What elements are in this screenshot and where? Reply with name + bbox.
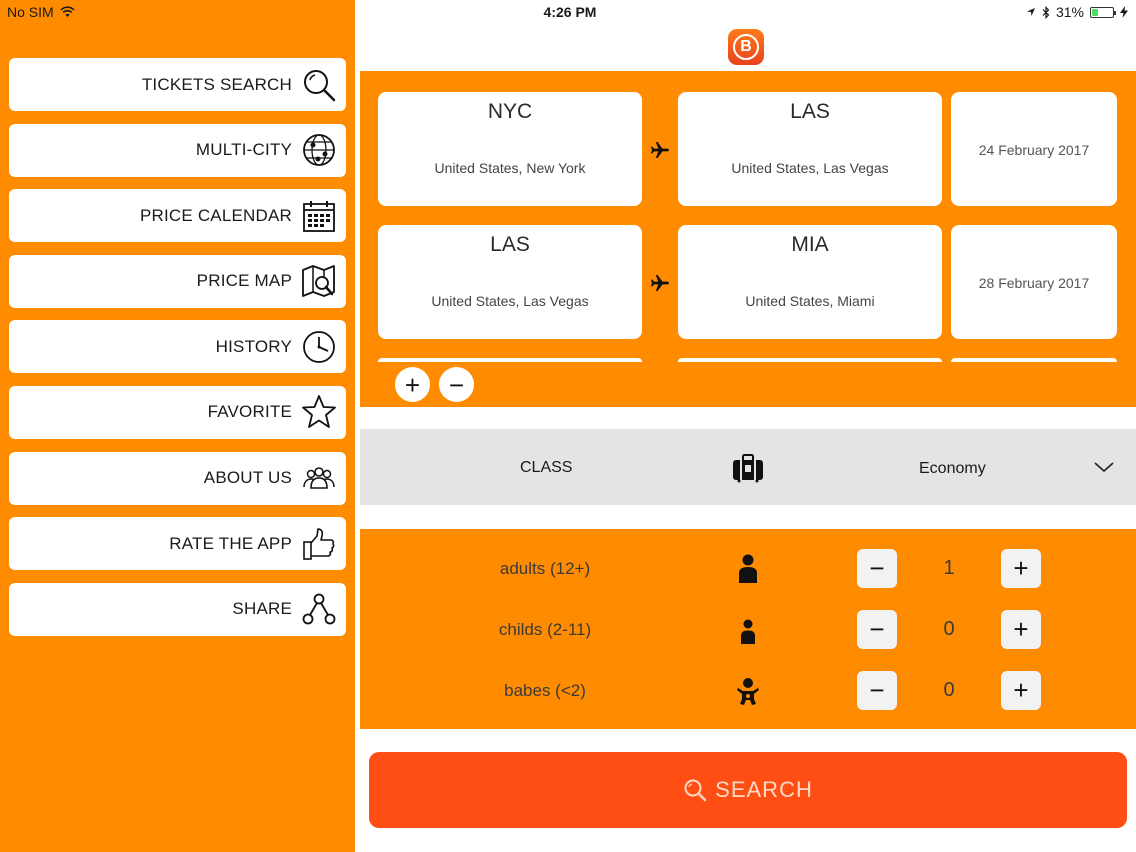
- remove-route-button[interactable]: −: [439, 367, 474, 402]
- destination-card-partial[interactable]: [678, 358, 942, 362]
- map-search-icon: [300, 262, 338, 300]
- battery-percent: 31%: [1055, 4, 1084, 20]
- charging-bolt-icon: [1120, 6, 1128, 18]
- departure-date: 28 February 2017: [978, 275, 1090, 291]
- menu-item-rate-the-app[interactable]: RATE THE APP: [9, 517, 346, 571]
- adults-minus-button[interactable]: −: [857, 549, 897, 588]
- date-card-partial[interactable]: [951, 358, 1117, 362]
- logo-letter: B: [733, 34, 759, 60]
- status-right: 31%: [1026, 4, 1128, 20]
- destination-card[interactable]: MIA United States, Miami: [678, 225, 942, 339]
- share-icon: [300, 590, 338, 628]
- passenger-row-adults: adults (12+) − 1 +: [360, 549, 1136, 589]
- menu-item-label: MULTI-CITY: [195, 140, 292, 160]
- adult-icon: [739, 554, 757, 583]
- location-arrow-icon: [1026, 8, 1035, 16]
- origin-place: United States, New York: [434, 160, 586, 176]
- child-icon: [741, 619, 755, 644]
- plane-icon: [651, 142, 669, 158]
- origin-code: LAS: [490, 233, 530, 256]
- globe-icon: [300, 131, 338, 169]
- origin-card-partial[interactable]: [378, 358, 642, 362]
- departure-date: 24 February 2017: [978, 142, 1090, 158]
- menu-item-label: TICKETS SEARCH: [141, 74, 292, 94]
- baby-icon: [737, 678, 759, 705]
- menu-item-price-calendar[interactable]: PRICE CALENDAR: [9, 189, 346, 243]
- adults-plus-button[interactable]: +: [1001, 549, 1041, 588]
- babes-count: 0: [943, 679, 955, 701]
- destination-code: MIA: [791, 233, 829, 256]
- adults-count: 1: [943, 557, 955, 579]
- class-label: CLASS: [520, 459, 573, 476]
- babes-plus-button[interactable]: +: [1001, 671, 1041, 710]
- menu-item-label: RATE THE APP: [169, 533, 292, 553]
- menu-item-label: HISTORY: [215, 336, 292, 356]
- carrier-text: No SIM: [7, 4, 54, 20]
- class-value: Economy: [919, 460, 986, 477]
- chevron-down-icon[interactable]: [1093, 458, 1115, 476]
- origin-card[interactable]: NYC United States, New York: [378, 92, 642, 206]
- battery-icon: [1090, 6, 1116, 18]
- date-card[interactable]: 24 February 2017: [951, 92, 1117, 206]
- destination-place: United States, Miami: [745, 293, 875, 309]
- passenger-label: babes (<2): [504, 681, 586, 700]
- people-icon: [300, 459, 338, 497]
- menu-item-multi-city[interactable]: MULTI-CITY: [9, 123, 346, 177]
- childs-count: 0: [943, 618, 955, 640]
- origin-card[interactable]: LAS United States, Las Vegas: [378, 225, 642, 339]
- menu-item-share[interactable]: SHARE: [9, 582, 346, 636]
- search-button-label: SEARCH: [715, 777, 813, 802]
- suitcase-icon: [733, 454, 763, 483]
- passenger-row-childs: childs (2-11) − 0 +: [360, 610, 1136, 650]
- childs-plus-button[interactable]: +: [1001, 610, 1041, 649]
- menu-item-tickets-search[interactable]: TICKETS SEARCH: [9, 58, 346, 111]
- magnifier-icon: [300, 66, 338, 104]
- clock-icon: [300, 328, 338, 366]
- calendar-icon: [300, 197, 338, 235]
- menu-item-about-us[interactable]: ABOUT US: [9, 451, 346, 505]
- destination-code: LAS: [790, 100, 830, 123]
- menu-item-price-map[interactable]: PRICE MAP: [9, 254, 346, 308]
- search-button[interactable]: SEARCH: [369, 752, 1127, 828]
- destination-place: United States, Las Vegas: [731, 160, 889, 176]
- sidebar: No SIM TICKETS SEARCH MULTI-CITY PRICE C…: [0, 0, 356, 852]
- plane-icon: [651, 275, 669, 291]
- menu-item-favorite[interactable]: FAVORITE: [9, 385, 346, 439]
- search-icon: [684, 779, 707, 802]
- class-selector[interactable]: CLASS Economy: [360, 429, 1136, 505]
- menu-item-label: FAVORITE: [207, 402, 292, 422]
- destination-card[interactable]: LAS United States, Las Vegas: [678, 92, 942, 206]
- babes-minus-button[interactable]: −: [857, 671, 897, 710]
- sidebar-divider: [355, 0, 357, 852]
- menu-item-history[interactable]: HISTORY: [9, 320, 346, 374]
- status-time: 4:26 PM: [543, 4, 597, 20]
- origin-place: United States, Las Vegas: [431, 293, 589, 309]
- date-card[interactable]: 28 February 2017: [951, 225, 1117, 339]
- bluetooth-icon: [1042, 5, 1050, 19]
- menu-item-label: SHARE: [232, 599, 292, 619]
- passengers-panel: adults (12+) − 1 + childs (2-11) − 0 + b…: [360, 529, 1136, 729]
- menu-item-label: ABOUT US: [203, 468, 292, 488]
- star-icon: [300, 393, 338, 431]
- passenger-row-babes: babes (<2) − 0 +: [360, 671, 1136, 711]
- wifi-icon: [60, 6, 75, 17]
- add-route-button[interactable]: +: [395, 367, 430, 402]
- status-left: No SIM: [7, 4, 75, 20]
- passenger-label: adults (12+): [499, 559, 591, 578]
- menu-item-label: PRICE CALENDAR: [139, 205, 292, 225]
- childs-minus-button[interactable]: −: [857, 610, 897, 649]
- side-menu: TICKETS SEARCH MULTI-CITY PRICE CALENDAR…: [9, 58, 346, 648]
- app-logo: B: [728, 29, 764, 65]
- routes-panel: NYC United States, New York LAS United S…: [360, 71, 1136, 407]
- thumbs-up-icon: [300, 525, 338, 563]
- menu-item-label: PRICE MAP: [196, 271, 292, 291]
- origin-code: NYC: [487, 100, 533, 123]
- passenger-label: childs (2-11): [498, 620, 592, 639]
